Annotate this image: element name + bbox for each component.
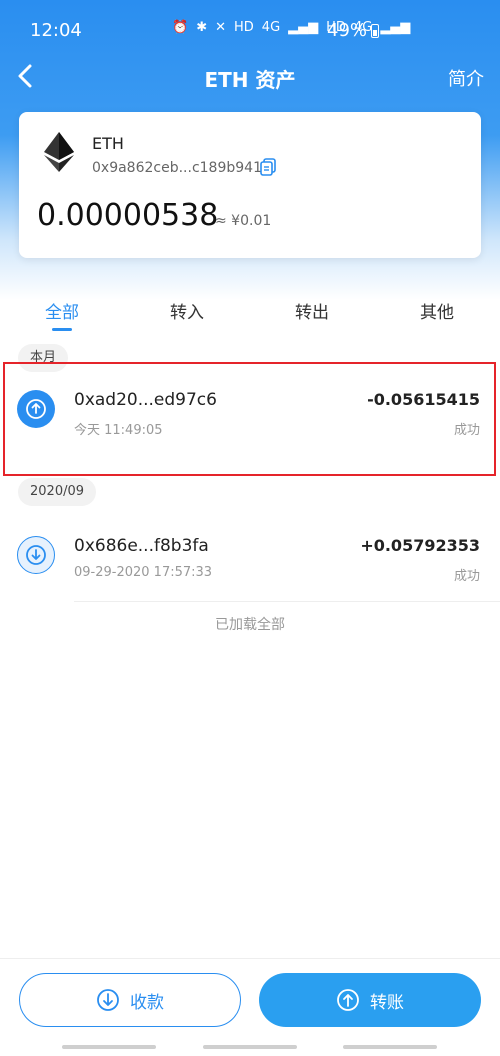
- tab-all[interactable]: 全部: [45, 298, 79, 323]
- transaction-row[interactable]: 0xad20...ed97c6 今天 11:49:05 -0.05615415 …: [0, 372, 500, 456]
- system-nav-handle: [343, 1045, 437, 1049]
- send-icon: [337, 989, 359, 1011]
- transaction-time: 今天 11:49:05: [74, 423, 163, 438]
- bluetooth-icon: ✱: [196, 20, 208, 35]
- receive-button[interactable]: 收款: [19, 973, 241, 1027]
- transaction-status: 成功: [453, 423, 480, 438]
- battery-status: 49%: [327, 20, 380, 41]
- page-title: ETH 资产: [204, 68, 296, 92]
- asset-card: ETH 0x9a862ceb...c189b941 0.00000538 ≈ ¥…: [19, 112, 481, 258]
- eth-logo-icon: [44, 132, 74, 172]
- tab-outgoing[interactable]: 转出: [295, 298, 329, 323]
- copy-icon[interactable]: [259, 158, 277, 176]
- transaction-hash: 0xad20...ed97c6: [74, 390, 217, 410]
- list-end-note: 已加载全部: [215, 617, 285, 633]
- month-header: 本月: [18, 344, 69, 372]
- tab-other[interactable]: 其他: [420, 298, 454, 323]
- intro-link[interactable]: 简介: [448, 65, 484, 91]
- fiat-value: ≈ ¥0.01: [215, 213, 272, 229]
- battery-icon: [371, 23, 380, 38]
- signal-icon-2: ▂▄▆: [380, 20, 411, 35]
- system-nav-handle: [62, 1045, 156, 1049]
- tab-bar: 全部 转入 转出 其他: [0, 298, 500, 338]
- transaction-hash: 0x686e...f8b3fa: [74, 536, 209, 556]
- row-divider: [74, 601, 500, 602]
- wallet-address: 0x9a862ceb...c189b941: [92, 160, 262, 176]
- transaction-amount: -0.05615415: [367, 390, 480, 409]
- battery-percent: 49%: [327, 20, 368, 41]
- mute-icon: ✕: [215, 20, 226, 35]
- status-time: 12:04: [30, 20, 82, 41]
- balance-amount: 0.00000538: [37, 198, 219, 233]
- system-nav-handle: [203, 1045, 297, 1049]
- hd-indicator: HD: [234, 20, 254, 35]
- signal-icon: ▂▄▆: [288, 20, 319, 35]
- receive-icon: [97, 989, 119, 1011]
- tab-active-indicator: [52, 328, 72, 331]
- month-header: 2020/09: [18, 478, 97, 506]
- 4g-indicator: 4G: [261, 20, 281, 35]
- status-bar: 12:04 ⏰ ✱ ✕ HD 4G ▂▄▆ HD 4G ▂▄▆ 49%: [0, 0, 500, 58]
- transaction-amount: +0.05792353: [360, 536, 480, 555]
- receive-label: 收款: [130, 992, 164, 1013]
- transaction-status: 成功: [453, 569, 480, 584]
- send-label: 转账: [370, 992, 404, 1013]
- send-icon: [17, 390, 55, 428]
- receive-icon: [17, 536, 55, 574]
- transaction-time: 09-29-2020 17:57:33: [74, 565, 213, 580]
- token-name: ETH: [92, 134, 124, 153]
- alarm-icon: ⏰: [172, 20, 189, 35]
- tab-incoming[interactable]: 转入: [170, 298, 204, 323]
- bottom-action-bar: 收款 转账: [0, 958, 500, 1056]
- transaction-row[interactable]: 0x686e...f8b3fa 09-29-2020 17:57:33 +0.0…: [0, 518, 500, 602]
- send-button[interactable]: 转账: [259, 973, 481, 1027]
